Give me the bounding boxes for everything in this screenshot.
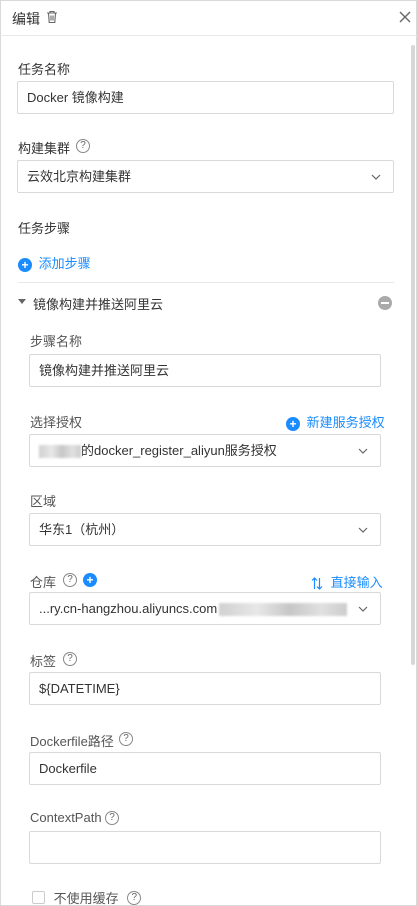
steps-label: 任务步骤 (18, 221, 71, 236)
scrollbar[interactable] (411, 45, 415, 665)
no-cache-label: 不使用缓存 (53, 891, 119, 906)
plus-circle-icon: + (18, 257, 32, 272)
auth-select[interactable]: 的docker_register_aliyun服务授权 (29, 434, 381, 467)
cluster-label: 构建集群 (18, 141, 71, 156)
add-step-button[interactable]: + 添加步骤 (18, 253, 91, 272)
region-select-value: 华东1（杭州） (39, 522, 125, 537)
chevron-down-icon (371, 174, 381, 180)
chevron-down-icon (358, 448, 368, 454)
chevron-down-icon (358, 606, 368, 612)
divider (18, 282, 394, 283)
help-icon[interactable]: ? (119, 732, 133, 746)
task-name-input[interactable]: Docker 镜像构建 (17, 81, 394, 114)
region-label: 区域 (30, 494, 57, 509)
dockerfile-input[interactable]: Dockerfile (29, 752, 381, 785)
panel-header (0, 0, 417, 36)
help-icon[interactable]: ? (76, 139, 90, 153)
direct-input-label: 直接输入 (330, 575, 383, 590)
new-auth-button[interactable]: + 新建服务授权 (286, 412, 385, 431)
auth-label: 选择授权 (30, 415, 83, 430)
context-path-label: ContextPath (30, 810, 102, 825)
step-name-label: 步骤名称 (30, 334, 83, 349)
context-path-input[interactable] (29, 831, 381, 864)
remove-step-icon[interactable] (378, 296, 392, 310)
collapse-caret-icon[interactable] (18, 298, 26, 306)
task-name-label: 任务名称 (18, 62, 71, 77)
repo-select-value: ...ry.cn-hangzhou.aliyuncs.com (39, 601, 218, 616)
repo-select[interactable]: ...ry.cn-hangzhou.aliyuncs.com (29, 592, 381, 625)
help-icon[interactable]: ? (127, 890, 142, 905)
sort-arrows-icon (311, 577, 323, 590)
redacted-text (219, 603, 348, 617)
auth-select-value: 的docker_register_aliyun服务授权 (81, 443, 277, 458)
help-icon[interactable]: ? (63, 573, 77, 587)
dockerfile-label: Dockerfile路径 (30, 734, 114, 749)
redacted-text (39, 445, 81, 459)
no-cache-checkbox[interactable] (32, 891, 45, 904)
new-auth-label: 新建服务授权 (306, 415, 385, 430)
step-name-input[interactable]: 镜像构建并推送阿里云 (29, 354, 381, 387)
close-icon[interactable] (398, 10, 412, 24)
help-icon[interactable]: ? (63, 652, 77, 666)
trash-icon[interactable] (44, 9, 60, 25)
panel-title: 编辑 (12, 11, 40, 27)
repo-label: 仓库 (30, 575, 57, 590)
chevron-down-icon (358, 527, 368, 533)
cluster-select[interactable]: 云效北京构建集群 (17, 160, 394, 193)
add-step-label: 添加步骤 (38, 256, 91, 271)
step-title: 镜像构建并推送阿里云 (33, 297, 164, 312)
tag-input[interactable]: ${DATETIME} (29, 672, 381, 705)
tag-label: 标签 (30, 654, 57, 669)
help-icon[interactable]: ? (105, 811, 119, 825)
plus-circle-icon: + (286, 416, 300, 431)
direct-input-button[interactable]: 直接输入 (311, 572, 383, 591)
no-cache-option[interactable]: 不使用缓存 ? (32, 888, 142, 906)
region-select[interactable]: 华东1（杭州） (29, 513, 381, 546)
cluster-select-value: 云效北京构建集群 (27, 169, 132, 184)
add-repo-icon[interactable]: + (83, 573, 97, 587)
